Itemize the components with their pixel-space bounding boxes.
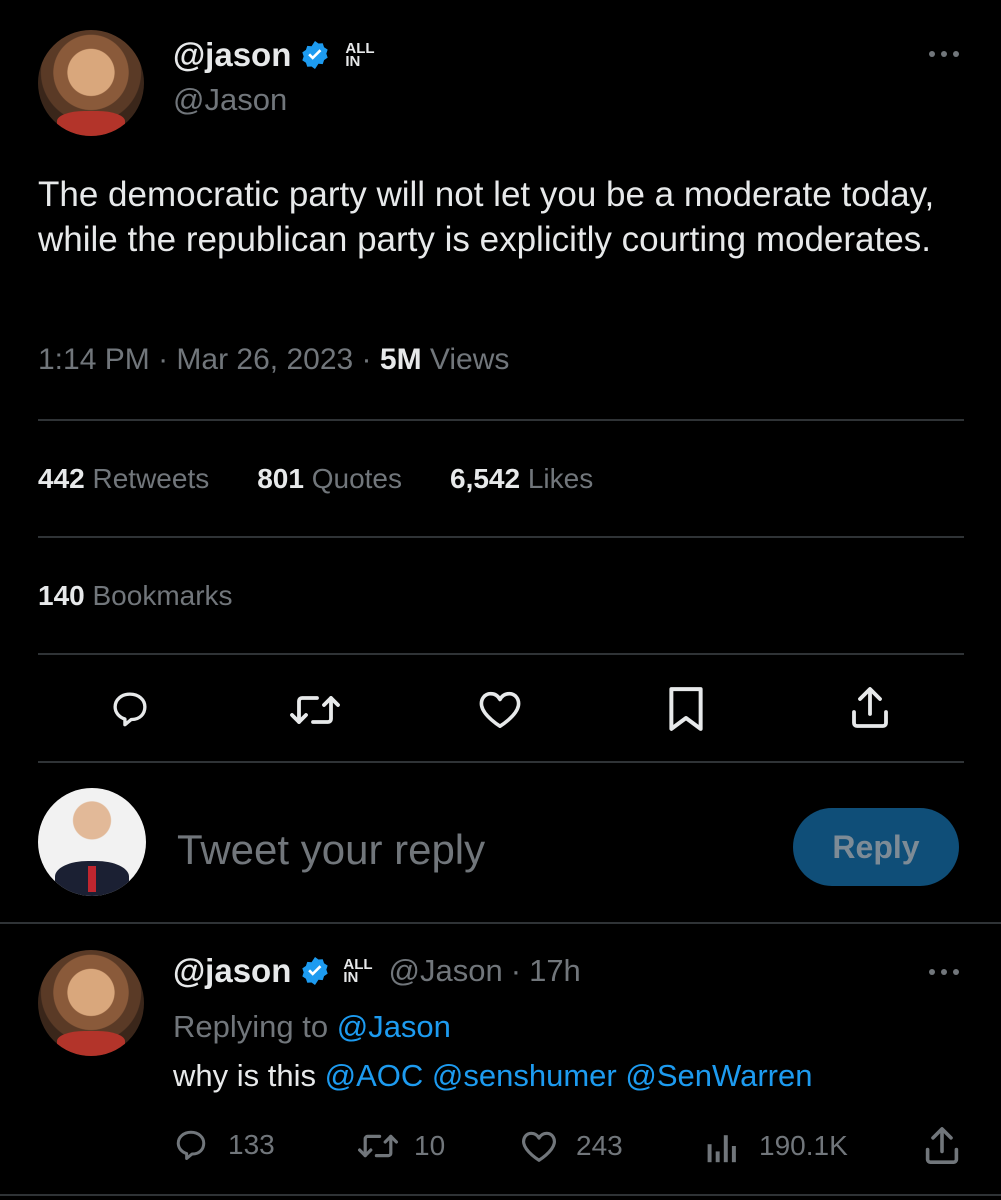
like-count: 243 [576, 1130, 623, 1161]
retweet-icon [356, 1130, 400, 1162]
reply-action-reply[interactable]: 133 [172, 1127, 275, 1163]
reply-input[interactable]: Tweet your reply [177, 826, 485, 874]
retweet-count: 10 [414, 1130, 446, 1161]
reply-author-handle[interactable]: @Jason [389, 953, 503, 989]
mention-senshumer[interactable]: @senshumer [432, 1058, 617, 1093]
share-icon[interactable] [850, 686, 890, 730]
reply-text-prefix: why is this [173, 1058, 316, 1093]
reply-button[interactable]: Reply [793, 808, 959, 886]
current-user-avatar[interactable] [38, 788, 146, 896]
meta-separator: · [361, 343, 372, 376]
tweet-text: The democratic party will not let you be… [38, 175, 935, 259]
bookmarks-label: Bookmarks [92, 580, 233, 611]
divider [38, 653, 964, 655]
views-label: Views [429, 343, 510, 376]
likes-stat[interactable]: 6,542 Likes [450, 463, 593, 495]
retweets-stat[interactable]: 442 Retweets [38, 463, 209, 495]
quotes-stat[interactable]: 801 Quotes [257, 463, 402, 495]
reply-age[interactable]: 17h [529, 953, 581, 989]
views-count: 5M [379, 343, 422, 376]
bookmark-icon[interactable] [667, 686, 705, 732]
replying-to-prefix: Replying to [173, 1009, 329, 1044]
replying-to-handle[interactable]: @Jason [337, 1009, 451, 1044]
reply-more-options-icon[interactable] [926, 962, 962, 982]
bookmarks-stat[interactable]: 140 Bookmarks [38, 580, 233, 612]
verified-badge-icon [299, 955, 331, 987]
mention-aoc[interactable]: @AOC [325, 1058, 424, 1093]
replying-to-line: Replying to @Jason [173, 1009, 451, 1045]
reply-text: why is this @AOC @senshumer @SenWarren [173, 1058, 812, 1094]
stats-row: 442 Retweets 801 Quotes 6,542 Likes [38, 463, 593, 495]
reply-count: 133 [228, 1129, 275, 1160]
tweet-time[interactable]: 1:14 PM [38, 343, 150, 376]
divider [0, 1194, 1001, 1196]
reply-icon [172, 1127, 210, 1163]
mention-senwarren[interactable]: @SenWarren [625, 1058, 812, 1093]
views-count: 190.1K [759, 1130, 848, 1161]
retweets-count: 442 [38, 463, 85, 494]
quotes-count: 801 [257, 463, 304, 494]
like-icon [520, 1128, 558, 1164]
all-in-badge-line2: IN [343, 969, 359, 986]
retweets-label: Retweets [92, 463, 210, 494]
reply-header: @jason ALL IN @Jason · 17h [173, 952, 581, 990]
divider [38, 761, 964, 763]
views-chart-icon [705, 1128, 739, 1164]
tweet-date[interactable]: Mar 26, 2023 [176, 343, 353, 376]
reply-action-like[interactable]: 243 [520, 1128, 623, 1164]
author-handle[interactable]: @Jason [173, 82, 287, 118]
bookmarks-count: 140 [38, 580, 85, 611]
all-in-badge: ALL IN [343, 957, 372, 986]
retweet-icon[interactable] [289, 690, 341, 730]
reply-author-name[interactable]: @jason [173, 952, 291, 990]
all-in-badge: ALL IN [345, 41, 374, 70]
reply-separator: · [510, 953, 522, 988]
likes-label: Likes [527, 463, 594, 494]
meta-separator: · [158, 343, 169, 376]
quotes-label: Quotes [311, 463, 402, 494]
reply-icon[interactable] [108, 688, 152, 730]
verified-badge-icon [299, 39, 331, 71]
reply-action-views[interactable]: 190.1K [705, 1128, 848, 1164]
author-display-name[interactable]: @jason [173, 36, 291, 74]
like-icon[interactable] [477, 688, 523, 730]
reply-author-avatar[interactable] [38, 950, 144, 1056]
author-avatar[interactable] [38, 30, 144, 136]
author-name-row: @jason ALL IN [173, 36, 375, 74]
divider [38, 536, 964, 538]
tweet-meta: 1:14 PM · Mar 26, 2023 · 5M Views [38, 343, 509, 377]
reply-share-icon[interactable] [924, 1126, 960, 1166]
likes-count: 6,542 [450, 463, 521, 494]
divider [38, 419, 964, 421]
more-options-icon[interactable] [926, 44, 962, 64]
divider [0, 922, 1001, 924]
all-in-badge-line2: IN [345, 53, 361, 70]
reply-action-retweet[interactable]: 10 [356, 1130, 445, 1162]
